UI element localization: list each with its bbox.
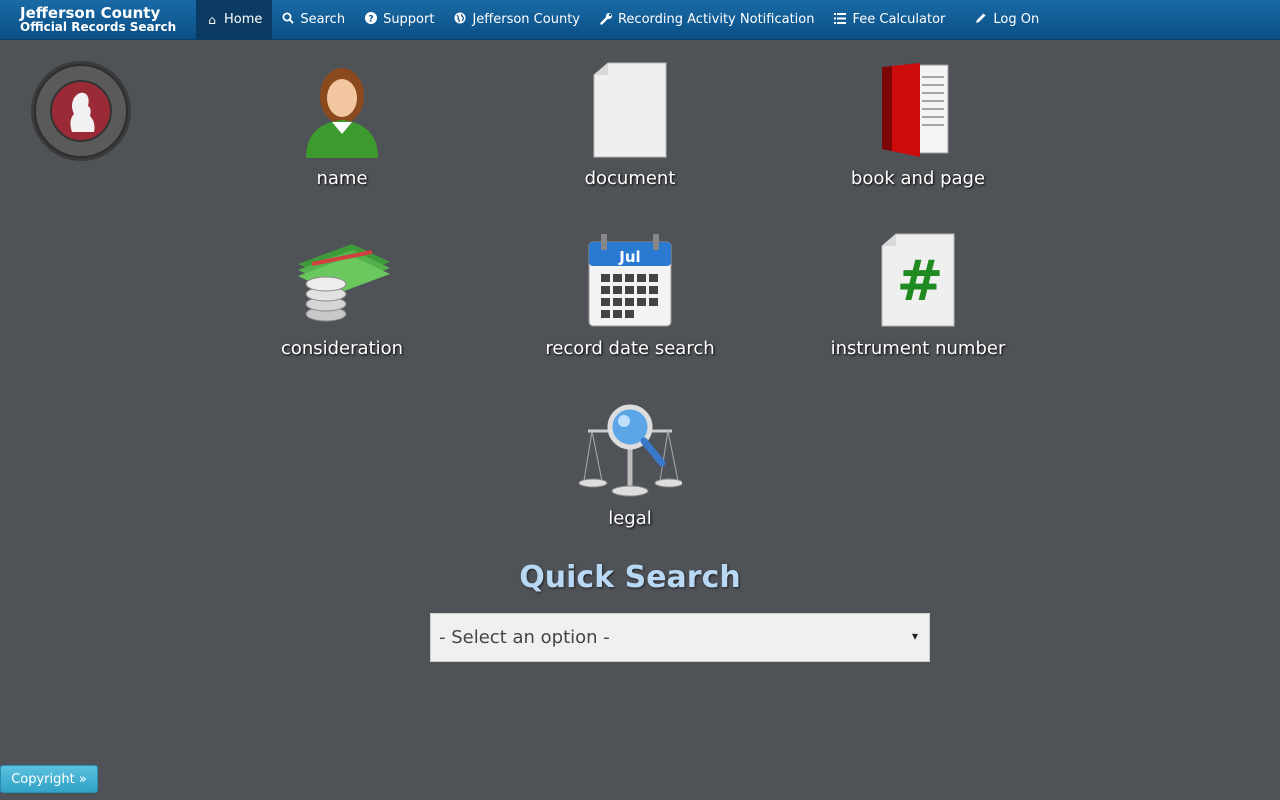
tile-document[interactable]: document bbox=[510, 60, 750, 189]
calendar-month: Jul bbox=[618, 248, 640, 266]
brand-subtitle: Official Records Search bbox=[20, 19, 177, 34]
tile-instrument-number-label: instrument number bbox=[830, 338, 1006, 359]
list-icon bbox=[834, 12, 847, 27]
pencil-icon bbox=[975, 12, 987, 27]
money-icon bbox=[222, 230, 462, 330]
tile-consideration-label: consideration bbox=[280, 338, 404, 359]
tile-name[interactable]: name bbox=[222, 60, 462, 189]
nav-support-label: Support bbox=[383, 12, 435, 27]
tile-instrument-number[interactable]: # instrument number bbox=[798, 230, 1038, 359]
home-icon: ⌂ bbox=[208, 12, 216, 27]
tile-book-and-page[interactable]: book and page bbox=[798, 60, 1038, 189]
book-icon bbox=[798, 60, 1038, 160]
tile-book-and-page-label: book and page bbox=[850, 168, 986, 189]
nav-log-on-label: Log On bbox=[993, 12, 1040, 27]
nav-jefferson-county-label: Jefferson County bbox=[472, 12, 580, 27]
nav-jefferson-county[interactable]: Jefferson County bbox=[444, 0, 590, 39]
top-navbar: Jefferson County Official Records Search… bbox=[0, 0, 1280, 40]
tile-record-date-search-label: record date search bbox=[545, 338, 715, 359]
document-icon bbox=[510, 60, 750, 160]
brand[interactable]: Jefferson County Official Records Search bbox=[0, 0, 196, 39]
scales-magnifier-icon bbox=[510, 400, 750, 500]
nav-recording-notification-label: Recording Activity Notification bbox=[617, 12, 815, 27]
brand-title: Jefferson County bbox=[20, 3, 161, 22]
question-circle-icon: ? bbox=[365, 12, 378, 27]
nav-fee-calculator[interactable]: Fee Calculator bbox=[824, 0, 955, 39]
calendar-icon: Jul bbox=[510, 230, 750, 330]
nav-search-label: Search bbox=[300, 12, 346, 27]
nav-home-label: Home bbox=[224, 12, 263, 27]
tile-document-label: document bbox=[584, 168, 676, 189]
tile-consideration[interactable]: consideration bbox=[222, 230, 462, 359]
tile-record-date-search[interactable]: Jul record date search bbox=[510, 230, 750, 359]
nav-support[interactable]: ? Support bbox=[355, 0, 444, 39]
copyright-button[interactable]: Copyright » bbox=[0, 765, 98, 793]
tile-name-label: name bbox=[316, 168, 368, 189]
wrench-icon bbox=[600, 12, 612, 28]
person-icon bbox=[222, 60, 462, 160]
instrument-hash-symbol: # bbox=[897, 249, 944, 314]
tile-legal-label: legal bbox=[608, 508, 652, 529]
globe-icon bbox=[454, 12, 466, 27]
hash-document-icon: # bbox=[798, 230, 1038, 330]
nav-log-on[interactable]: Log On bbox=[965, 0, 1049, 39]
probate-court-seal bbox=[30, 60, 132, 162]
search-icon bbox=[282, 12, 295, 27]
nav-fee-calculator-label: Fee Calculator bbox=[852, 12, 946, 27]
nav-search[interactable]: Search bbox=[272, 0, 355, 39]
tile-legal[interactable]: legal bbox=[510, 400, 750, 529]
quick-search-title: Quick Search bbox=[519, 560, 741, 595]
nav-home[interactable]: ⌂ Home bbox=[196, 0, 273, 39]
quick-search-select[interactable]: - Select an option - bbox=[430, 613, 930, 662]
svg-text:?: ? bbox=[368, 15, 373, 25]
nav-recording-notification[interactable]: Recording Activity Notification bbox=[590, 0, 825, 39]
